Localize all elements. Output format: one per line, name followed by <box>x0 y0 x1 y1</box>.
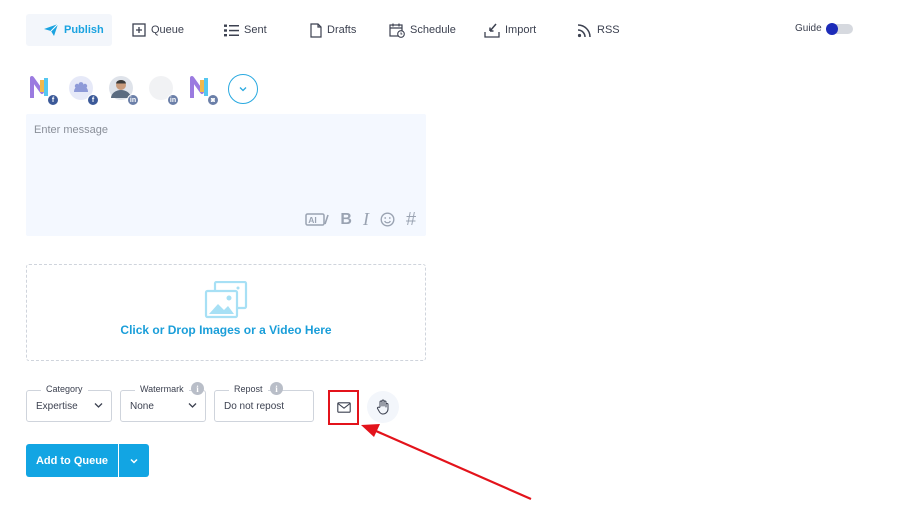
ai-icon-label: AI <box>309 215 318 225</box>
message-box: AI B I # <box>26 114 426 236</box>
facebook-badge-icon: f <box>47 94 59 106</box>
linkedin-badge-icon: in <box>167 94 179 106</box>
nav-drafts-label: Drafts <box>327 24 357 36</box>
watermark-value: None <box>130 401 154 412</box>
account-facebook-page[interactable]: f <box>28 74 59 106</box>
nav-publish[interactable]: Publish <box>26 14 112 46</box>
message-toolbar: AI B I # <box>305 209 416 230</box>
account-linkedin-profile[interactable]: in <box>108 74 139 106</box>
nav-schedule[interactable]: Schedule <box>389 14 456 46</box>
guide-toggle[interactable] <box>825 22 853 35</box>
import-icon <box>484 23 500 38</box>
repost-select[interactable]: Repost i Do not repost <box>214 382 314 422</box>
email-button[interactable] <box>328 390 359 425</box>
nav-import-label: Import <box>505 24 537 36</box>
hand-icon <box>376 399 389 415</box>
calendar-clock-icon <box>389 23 405 38</box>
list-icon <box>224 24 239 36</box>
toggle-knob <box>825 22 838 35</box>
hashtag-button[interactable]: # <box>406 209 416 230</box>
nav-rss-label: RSS <box>597 24 620 36</box>
guide-label: Guide <box>795 23 822 34</box>
smiley-icon <box>380 212 395 227</box>
account-linkedin-page[interactable]: in <box>148 74 179 106</box>
account-instagram[interactable]: ◙ <box>188 74 219 106</box>
instagram-badge-icon: ◙ <box>207 94 219 106</box>
expand-accounts-button[interactable] <box>228 74 258 104</box>
info-icon[interactable]: i <box>191 382 204 395</box>
nav-drafts[interactable]: Drafts <box>310 14 356 46</box>
rss-icon <box>577 23 591 37</box>
chevron-down-icon <box>188 403 197 408</box>
ai-assist-button[interactable]: AI <box>305 212 330 227</box>
category-value: Expertise <box>36 401 78 412</box>
bold-button[interactable]: B <box>340 211 352 229</box>
facebook-badge-icon: f <box>87 94 99 106</box>
category-select[interactable]: Category Expertise <box>26 384 112 422</box>
info-icon[interactable]: i <box>270 382 283 395</box>
nav-import[interactable]: Import <box>484 14 536 46</box>
nav-queue[interactable]: Queue <box>132 14 184 46</box>
message-input[interactable] <box>26 114 426 209</box>
chevron-down-icon <box>94 403 103 408</box>
add-to-queue-button[interactable]: Add to Queue <box>26 444 118 477</box>
document-icon <box>310 22 322 38</box>
annotation-arrow <box>361 424 532 501</box>
add-to-queue-group: Add to Queue <box>26 444 149 477</box>
dropzone-label: Click or Drop Images or a Video Here <box>120 323 332 337</box>
chevron-down-icon <box>239 87 247 92</box>
chevron-down-icon <box>130 458 138 464</box>
add-to-queue-dropdown[interactable] <box>118 444 149 477</box>
category-label: Category <box>41 384 88 394</box>
envelope-icon <box>336 402 351 413</box>
nav-sent[interactable]: Sent <box>224 14 267 46</box>
nav-publish-label: Publish <box>64 24 104 36</box>
italic-button[interactable]: I <box>363 209 369 230</box>
guide-toggle-group: Guide <box>795 22 853 35</box>
images-icon <box>204 281 248 319</box>
ai-icon: AI <box>305 213 330 226</box>
media-dropzone[interactable]: Click or Drop Images or a Video Here <box>26 264 426 361</box>
nav-schedule-label: Schedule <box>410 24 456 36</box>
repost-value: Do not repost <box>224 401 285 412</box>
emoji-button[interactable] <box>380 212 395 227</box>
manual-approval-button[interactable] <box>367 391 399 423</box>
add-square-icon <box>132 23 146 37</box>
watermark-label: Watermark <box>135 384 189 394</box>
nav-rss[interactable]: RSS <box>577 14 620 46</box>
nav-sent-label: Sent <box>244 24 267 36</box>
paper-plane-icon <box>44 23 59 36</box>
watermark-select[interactable]: Watermark i None <box>120 382 206 422</box>
nav-queue-label: Queue <box>151 24 185 36</box>
linkedin-badge-icon: in <box>127 94 139 106</box>
repost-label: Repost <box>229 384 268 394</box>
account-facebook-group[interactable]: f <box>68 74 99 106</box>
